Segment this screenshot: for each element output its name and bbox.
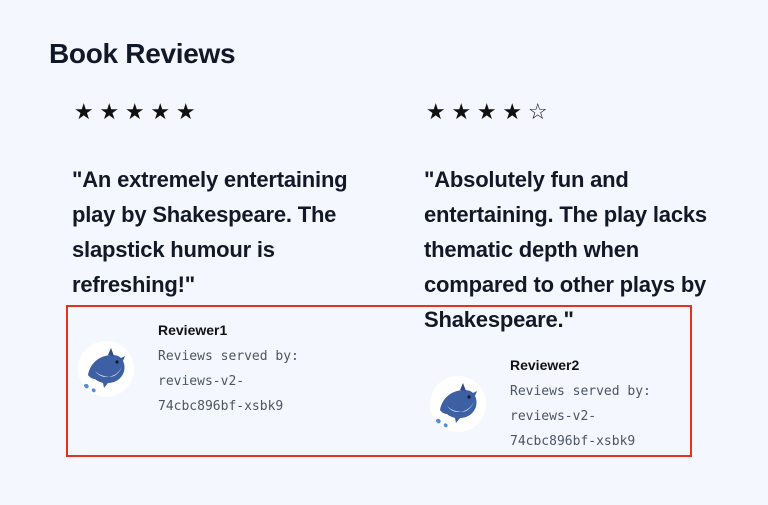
star-filled-icon: ★ [73,99,94,124]
star-filled-icon: ★ [502,99,523,124]
served-by-label: Reviews served by: [510,384,651,399]
avatar [78,341,134,397]
star-filled-icon: ★ [476,99,497,124]
review-text: "Absolutely fun and entertaining. The pl… [424,167,707,332]
served-by-host: reviews-v2-74cbc896bf-xsbk9 [158,374,284,414]
dolphin-icon [84,348,125,393]
served-by-text: Reviews served by: reviews-v2-74cbc896bf… [510,379,710,454]
star-rating: ★ ★ ★ ★ ☆ [424,99,550,125]
served-by-label: Reviews served by: [158,349,299,364]
reviewer-name: Reviewer1 [158,322,228,338]
star-rating: ★ ★ ★ ★ ★ [72,99,198,125]
reviewer-info: Reviewer1 Reviews served by: reviews-v2-… [158,321,358,419]
star-empty-icon: ☆ [527,99,548,124]
page-title: Book Reviews [49,38,236,69]
star-filled-icon: ★ [175,99,196,124]
avatar [430,376,486,432]
served-by-host: reviews-v2-74cbc896bf-xsbk9 [510,409,636,449]
reviewer-card: Reviewer2 Reviews served by: reviews-v2-… [430,356,651,449]
star-filled-icon: ★ [451,99,472,124]
star-filled-icon: ★ [150,99,171,124]
star-filled-icon: ★ [124,99,145,124]
review-text: "An extremely entertaining play by Shake… [72,167,348,297]
reviewer-card: Reviewer1 Reviews served by: reviews-v2-… [78,321,299,414]
reviewer-info: Reviewer2 Reviews served by: reviews-v2-… [510,356,710,454]
book-reviews-page: Book Reviews ★ ★ ★ ★ ★ "An extremely ent… [0,0,768,505]
star-filled-icon: ★ [99,99,120,124]
star-filled-icon: ★ [425,99,446,124]
reviewer-name: Reviewer2 [510,357,580,373]
dolphin-icon [436,383,477,428]
served-by-text: Reviews served by: reviews-v2-74cbc896bf… [158,344,358,419]
